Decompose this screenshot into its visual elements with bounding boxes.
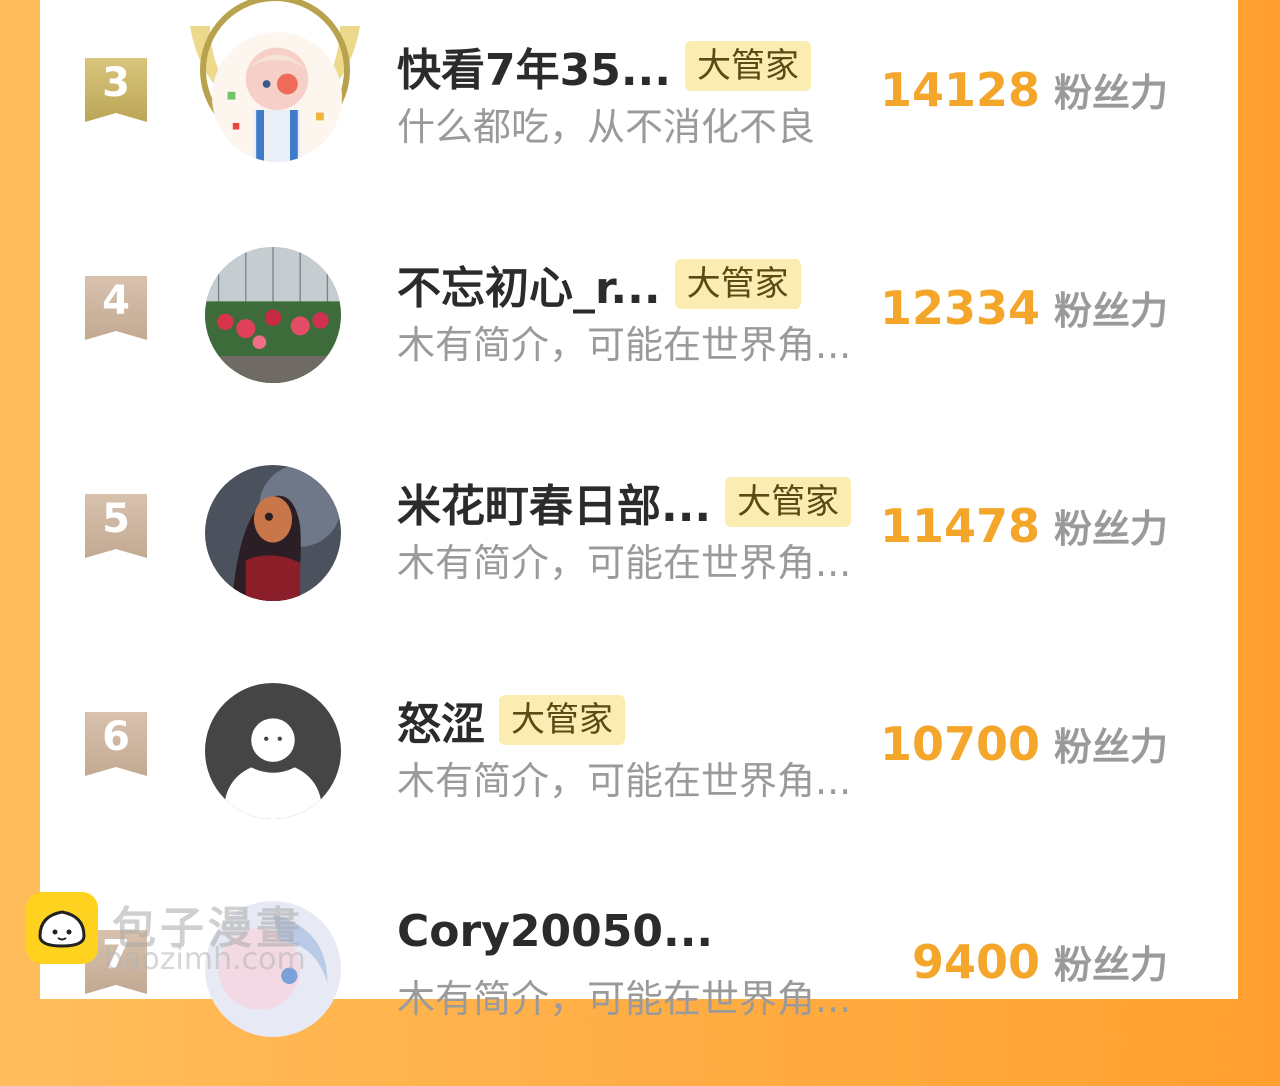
avatar[interactable] (205, 901, 341, 1037)
user-name-line: 快看7年35... 大管家 (397, 34, 811, 98)
avatar[interactable] (212, 32, 342, 162)
fan-unit: 粉丝力 (1053, 507, 1168, 551)
user-name[interactable]: 快看7年35... (397, 34, 671, 98)
role-badge: 大管家 (499, 695, 625, 745)
rank-ribbon: 7 (85, 930, 147, 994)
rank-ribbon: 4 (85, 276, 147, 340)
fan-unit: 粉丝力 (1053, 289, 1168, 333)
rank-row[interactable]: 7 Cory20050... 木有简介，可能在世界角... 9400 粉丝力 (40, 868, 1238, 1086)
rank-ribbon: 5 (85, 494, 147, 558)
user-name-line: 不忘初心_r... 大管家 (397, 252, 801, 316)
default-avatar-icon[interactable] (205, 683, 341, 819)
fan-score: 11478 (879, 499, 1040, 553)
rank-row[interactable]: 4 不忘初心_r... 大管家 木有简介，可能在世界角... 12334 粉丝力 (40, 214, 1238, 432)
fan-unit: 粉丝力 (1053, 71, 1168, 115)
user-name[interactable]: 米花町春日部... (397, 470, 711, 534)
user-name-line: 米花町春日部... 大管家 (397, 470, 852, 534)
user-bio: 什么都吃，从不消化不良 (397, 105, 816, 149)
avatar[interactable] (205, 247, 341, 383)
user-name-line: 怒涩 大管家 (397, 688, 625, 752)
user-bio: 木有简介，可能在世界角... (397, 541, 852, 585)
user-bio: 木有简介，可能在世界角... (397, 759, 852, 803)
fan-power: 12334 粉丝力 (880, 280, 1168, 335)
fan-power: 10700 粉丝力 (880, 716, 1168, 771)
user-name[interactable]: Cory20050... (397, 906, 713, 957)
role-badge: 大管家 (685, 41, 811, 91)
fan-score: 9400 (911, 935, 1040, 989)
user-bio: 木有简介，可能在世界角... (397, 977, 852, 1021)
role-badge: 大管家 (725, 477, 852, 527)
ranking-panel: 3 快看7年35... 大管家 什么都吃，从不消化不良 14128 粉丝力 4 … (40, 0, 1238, 1037)
user-name-line: Cory20050... (397, 906, 713, 957)
rank-ribbon: 6 (85, 712, 147, 776)
fan-power: 9400 粉丝力 (912, 934, 1168, 989)
fan-score: 14128 (879, 63, 1040, 117)
user-name[interactable]: 不忘初心_r... (397, 252, 661, 316)
user-bio: 木有简介，可能在世界角... (397, 323, 852, 367)
fan-unit: 粉丝力 (1053, 725, 1168, 769)
rank-ribbon: 3 (85, 58, 147, 122)
fan-score: 12334 (879, 281, 1040, 335)
fan-power: 11478 粉丝力 (880, 498, 1168, 553)
role-badge: 大管家 (674, 259, 801, 309)
fan-power: 14128 粉丝力 (880, 62, 1168, 117)
rank-row[interactable]: 5 米花町春日部... 大管家 木有简介，可能在世界角... 11478 粉丝力 (40, 432, 1238, 650)
fan-score: 10700 (879, 717, 1040, 771)
fan-unit: 粉丝力 (1053, 943, 1168, 987)
rank-row[interactable]: 6 怒涩 大管家 木有简介，可能在世界角... 10700 粉丝力 (40, 650, 1238, 868)
user-name[interactable]: 怒涩 (397, 688, 485, 752)
avatar[interactable] (205, 465, 341, 601)
rank-row[interactable]: 3 快看7年35... 大管家 什么都吃，从不消化不良 14128 粉丝力 (40, 0, 1238, 214)
